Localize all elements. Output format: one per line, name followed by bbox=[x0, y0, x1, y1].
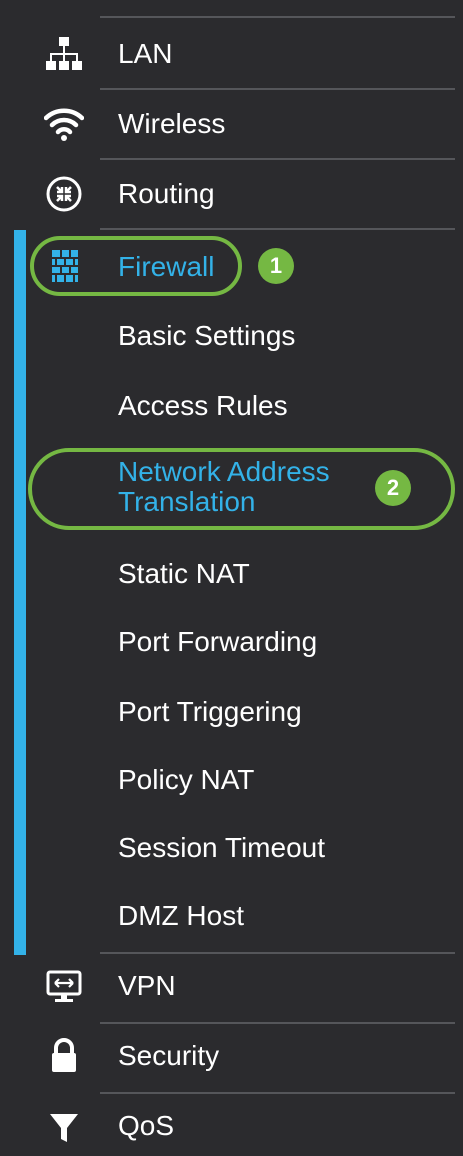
subnav-item-port-forwarding[interactable]: Port Forwarding bbox=[0, 622, 463, 662]
nav-item-label: LAN bbox=[118, 38, 173, 69]
subnav-item-label: DMZ Host bbox=[118, 900, 244, 931]
subnav-item-label: Static NAT bbox=[118, 558, 250, 589]
nav-item-vpn[interactable]: VPN bbox=[0, 966, 463, 1006]
nav-item-label: VPN bbox=[118, 970, 176, 1001]
nav-item-lan[interactable]: LAN bbox=[0, 34, 463, 74]
nav-item-label: Wireless bbox=[118, 108, 226, 139]
routing-arrows-icon bbox=[44, 174, 84, 214]
subnav-item-policy-nat[interactable]: Policy NAT bbox=[0, 760, 463, 800]
divider bbox=[100, 228, 455, 230]
nav-item-security[interactable]: Security bbox=[0, 1036, 463, 1076]
subnav-item-label: Port Triggering bbox=[118, 696, 302, 727]
subnav-item-label: Access Rules bbox=[118, 390, 288, 421]
divider bbox=[100, 16, 455, 18]
subnav-item-label: Basic Settings bbox=[118, 320, 296, 351]
subnav-item-access-rules[interactable]: Access Rules bbox=[0, 386, 463, 426]
divider bbox=[100, 88, 455, 90]
nav-item-label: Security bbox=[118, 1040, 220, 1071]
nav-item-qos[interactable]: QoS bbox=[0, 1106, 463, 1146]
nav-item-wireless[interactable]: Wireless bbox=[0, 104, 463, 144]
filter-funnel-icon bbox=[44, 1106, 84, 1146]
sidebar-nav: LAN Wireless Routing Firewall 1 Basic Se… bbox=[0, 0, 463, 1156]
subnav-item-static-nat[interactable]: Static NAT bbox=[0, 554, 463, 594]
divider bbox=[100, 1092, 455, 1094]
divider bbox=[100, 158, 455, 160]
lock-icon bbox=[44, 1036, 84, 1076]
divider bbox=[100, 1022, 455, 1024]
network-hierarchy-icon bbox=[44, 34, 84, 74]
step-badge: 1 bbox=[258, 248, 294, 284]
nav-item-label: QoS bbox=[118, 1110, 175, 1141]
subnav-item-label: Policy NAT bbox=[118, 764, 255, 795]
subnav-item-basic-settings[interactable]: Basic Settings bbox=[0, 316, 463, 356]
highlight-ring bbox=[30, 236, 242, 296]
subnav-item-label: Port Forwarding bbox=[118, 626, 318, 657]
nav-item-routing[interactable]: Routing bbox=[0, 174, 463, 214]
wifi-icon bbox=[44, 104, 84, 144]
step-badge: 2 bbox=[375, 470, 411, 506]
nav-item-label: Routing bbox=[118, 178, 215, 209]
subnav-item-label: Session Timeout bbox=[118, 832, 325, 863]
vpn-monitor-icon bbox=[44, 966, 84, 1006]
divider bbox=[100, 952, 455, 954]
subnav-item-session-timeout[interactable]: Session Timeout bbox=[0, 828, 463, 868]
subnav-item-port-triggering[interactable]: Port Triggering bbox=[0, 692, 463, 732]
subnav-item-dmz-host[interactable]: DMZ Host bbox=[0, 896, 463, 936]
